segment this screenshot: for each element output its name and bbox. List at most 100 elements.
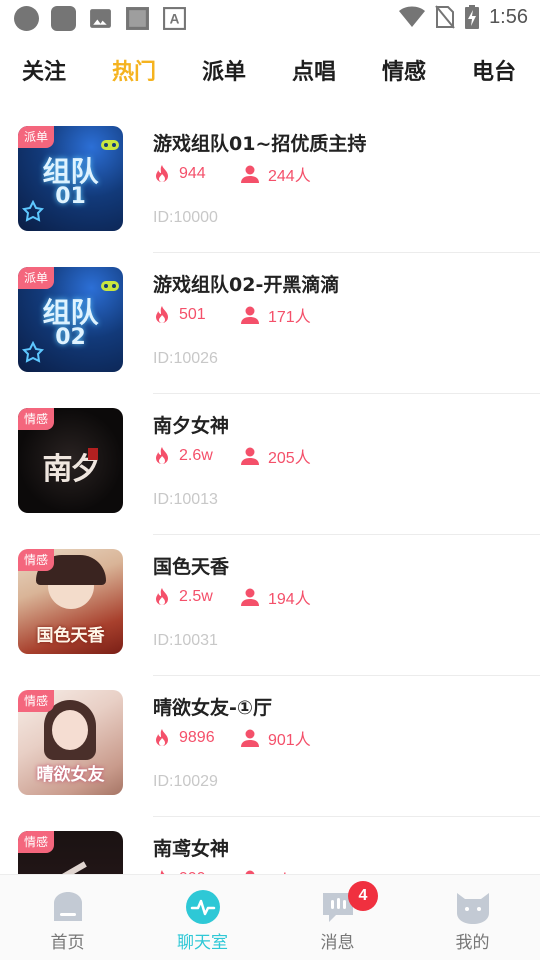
user-count: 171人	[240, 303, 311, 327]
room-item[interactable]: 国色天香 情感 国色天香 2.5w 194人 ID:10031	[0, 535, 540, 676]
users-value: 244人	[268, 168, 311, 185]
room-stats: 999 8人	[153, 867, 293, 874]
no-sim-icon	[435, 5, 455, 29]
room-stats: 501 171人	[153, 303, 311, 327]
unread-badge: 4	[348, 881, 378, 911]
hot-value: 2.6w	[179, 447, 213, 464]
hot-value: 9896	[179, 729, 215, 746]
person-icon	[241, 447, 259, 465]
room-item[interactable]: 组队 01 派单 游戏组队01~招优质主持 944 244人 ID:10000	[0, 112, 540, 253]
tab-radio[interactable]: 电台	[472, 54, 516, 86]
clock: 1:56	[489, 5, 528, 28]
fire-icon	[156, 447, 168, 464]
room-item[interactable]: 组队 02 派单 游戏组队02-开黑滴滴 501 171人 ID:10026	[0, 253, 540, 394]
status-bar: A 1:56	[0, 0, 540, 36]
hot-count: 9896	[153, 728, 240, 748]
nav-label: 首页	[50, 933, 85, 953]
hot-count: 2.6w	[153, 446, 240, 466]
profile-cat-icon	[457, 893, 489, 924]
chatroom-icon	[186, 890, 220, 924]
room-stats: 944 244人	[153, 162, 311, 186]
room-id: ID:10013	[153, 491, 218, 508]
nav-home[interactable]: 首页	[0, 875, 135, 960]
room-cover: 南夕 情感	[18, 408, 123, 513]
room-cover: 国色天香 情感	[18, 549, 123, 654]
room-item[interactable]: 南夕 情感 南夕女神 2.6w 205人 ID:10013	[0, 394, 540, 535]
room-title: 南鸢女神	[153, 838, 230, 860]
room-item[interactable]: 晴欲女友 情感 晴欲女友-①厅 9896 901人 ID:10029	[0, 676, 540, 817]
star-icon	[22, 341, 44, 363]
text-notification-icon: A	[162, 6, 187, 31]
room-id: ID:10000	[153, 209, 218, 226]
person-icon	[241, 165, 259, 183]
person-icon	[241, 306, 259, 324]
gamepad-icon	[101, 281, 119, 291]
hot-count: 2.5w	[153, 587, 240, 607]
users-value: 901人	[268, 732, 311, 749]
notification-icons: A	[14, 6, 187, 31]
room-title: 游戏组队02-开黑滴滴	[153, 274, 340, 296]
wifi-icon	[399, 6, 426, 28]
portrait-face	[52, 710, 88, 750]
category-tag: 情感	[18, 408, 55, 430]
room-cover: 情感	[18, 831, 123, 874]
category-tabs: 关注 热门 派单 点唱 情感 电台	[0, 54, 540, 98]
category-tag: 情感	[18, 549, 55, 571]
users-value: 194人	[268, 591, 311, 608]
room-cover: 晴欲女友 情感	[18, 690, 123, 795]
nav-profile[interactable]: 我的	[405, 875, 540, 960]
system-icons: 1:56	[399, 5, 528, 29]
tab-dispatch[interactable]: 派单	[202, 54, 246, 86]
star-icon	[22, 200, 44, 222]
nav-messages[interactable]: 4 消息	[270, 875, 405, 960]
circle-notification-icon	[14, 6, 39, 31]
room-id: ID:10026	[153, 350, 218, 367]
cover-text: 南夕	[42, 452, 101, 487]
hot-value: 501	[179, 306, 206, 323]
user-count: 205人	[240, 444, 311, 468]
room-title: 晴欲女友-①厅	[153, 697, 272, 719]
user-count: 901人	[240, 726, 311, 750]
nav-label: 聊天室	[177, 933, 228, 953]
room-list[interactable]: 组队 01 派单 游戏组队01~招优质主持 944 244人 ID:10000 …	[0, 112, 540, 874]
user-count: 194人	[240, 585, 311, 609]
category-tag: 情感	[18, 690, 55, 712]
person-icon	[241, 588, 259, 606]
image-notification-icon	[88, 6, 113, 31]
room-cover: 组队 02 派单	[18, 267, 123, 372]
users-value: 205人	[268, 450, 311, 467]
category-tag: 派单	[18, 267, 55, 289]
room-stats: 9896 901人	[153, 726, 311, 750]
category-tag: 派单	[18, 126, 55, 148]
bottom-nav: 首页 聊天室 4 消息 我的	[0, 874, 540, 960]
nav-label: 我的	[455, 933, 490, 953]
room-title: 游戏组队01~招优质主持	[153, 133, 367, 155]
hot-value: 944	[179, 165, 206, 182]
nav-chatroom[interactable]: 聊天室	[135, 875, 270, 960]
users-value: 8人	[268, 867, 293, 874]
seal-stamp	[88, 448, 98, 460]
tab-emotion[interactable]: 情感	[382, 54, 426, 86]
fire-icon	[156, 588, 168, 605]
fire-icon	[156, 729, 168, 746]
tab-follow[interactable]: 关注	[22, 54, 66, 86]
tab-song-request[interactable]: 点唱	[292, 54, 336, 86]
svg-text:A: A	[170, 12, 180, 27]
room-title: 南夕女神	[153, 415, 230, 437]
fire-icon	[156, 165, 168, 182]
tab-hot[interactable]: 热门	[112, 54, 156, 86]
category-tag: 情感	[18, 831, 55, 853]
cover-text: 国色天香	[36, 626, 105, 646]
hot-value: 2.5w	[179, 588, 213, 605]
nav-label: 消息	[320, 933, 355, 953]
room-item[interactable]: 情感 南鸢女神 999 8人	[0, 817, 540, 874]
gallery-notification-icon	[125, 6, 150, 31]
room-id: ID:10029	[153, 773, 218, 790]
fire-icon	[156, 306, 168, 323]
hot-count: 501	[153, 305, 240, 325]
gamepad-icon	[101, 140, 119, 150]
room-stats: 2.6w 205人	[153, 444, 311, 468]
hot-count: 944	[153, 164, 240, 184]
square-notification-icon	[51, 6, 76, 31]
cover-brush-stroke	[49, 861, 87, 874]
